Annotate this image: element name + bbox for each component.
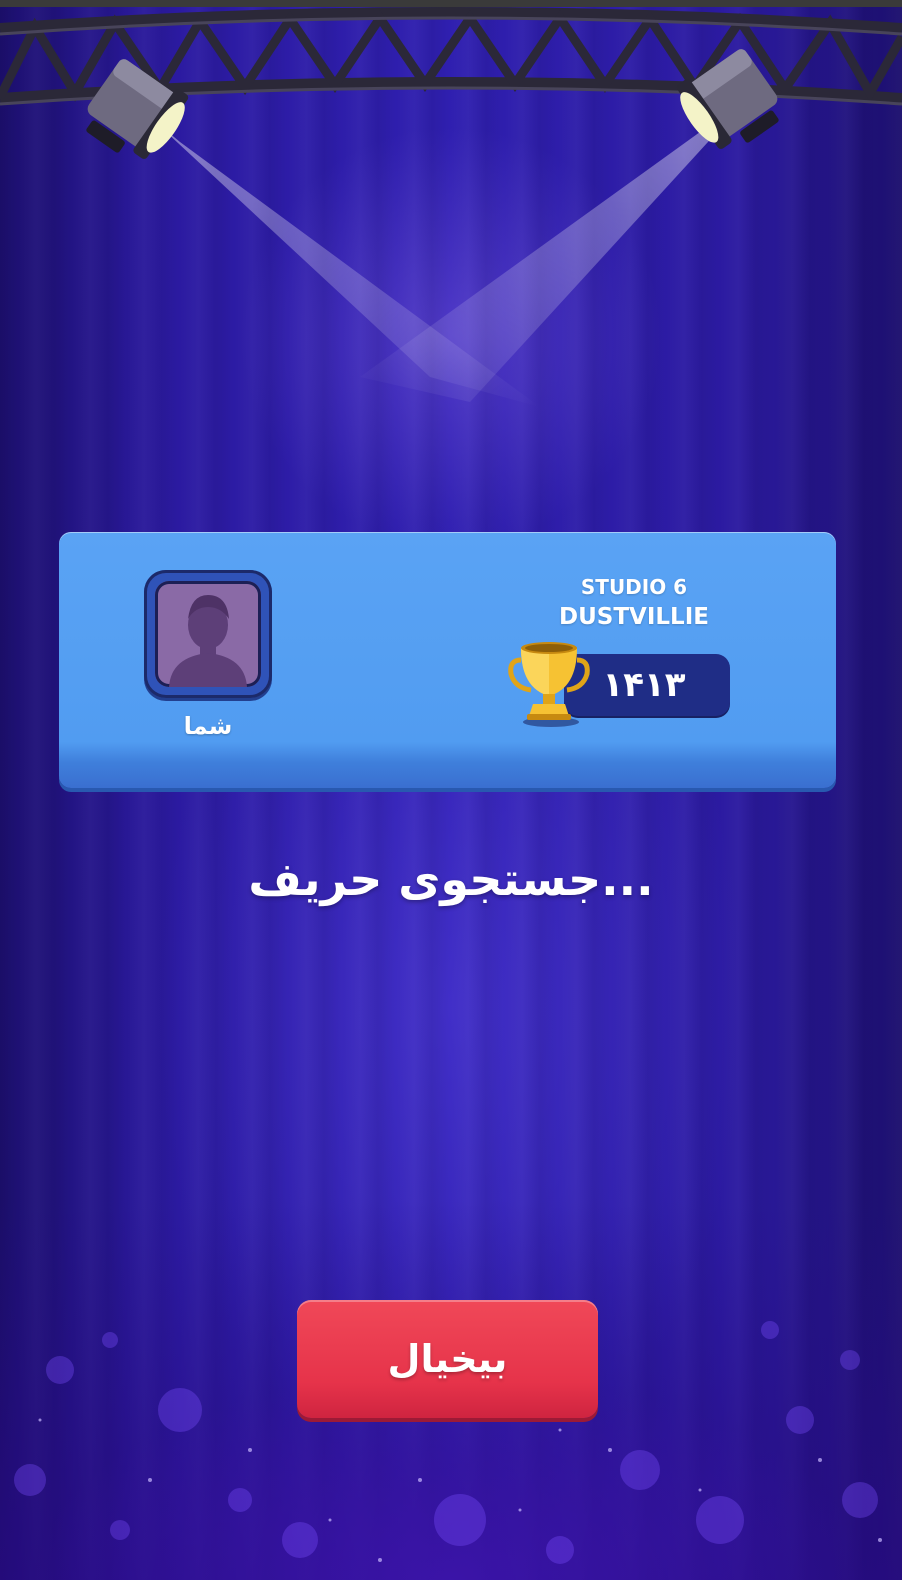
opponent-name: STUDIO 6 DUSTVILLIE [509, 572, 759, 632]
searching-status: جستجوی حریف... [248, 852, 654, 906]
spotlight-icon [676, 49, 779, 149]
window-frame [0, 0, 902, 7]
opponent-name-line1: STUDIO 6 [580, 575, 688, 599]
stage-truss [0, 7, 902, 159]
spotlight-icon [86, 59, 189, 159]
person-silhouette-icon [169, 595, 247, 687]
player-label: شما [183, 712, 233, 740]
cancel-button-label: بیخیال [387, 1337, 508, 1381]
trophy-count: ۱۴۱۳ [602, 665, 686, 705]
matchmaking-card: شما STUDIO 6 DUSTVILLIE ۱۴۱۳ [59, 532, 836, 788]
trophy-icon [508, 642, 590, 727]
opponent-name-line2: DUSTVILLIE [559, 604, 709, 630]
avatar-frame [155, 581, 261, 687]
avatar[interactable] [144, 570, 272, 698]
cancel-button[interactable]: بیخیال [297, 1300, 598, 1418]
